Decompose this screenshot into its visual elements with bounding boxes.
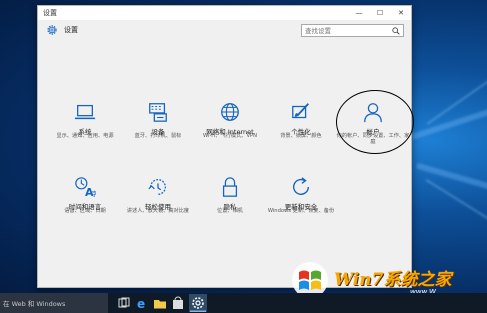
tile-system[interactable]: 系统 显示、通知、应用、电源 (48, 101, 122, 161)
tile-ease-of-access[interactable]: 轻松使用 讲述人、放大镜、高对比度 (121, 176, 195, 236)
accessibility-icon (148, 179, 166, 195)
tile-description: 显示、通知、应用、电源 (56, 133, 114, 139)
settings-icon[interactable] (189, 294, 207, 312)
tile-devices[interactable]: 设备 蓝牙、打印机、鼠标 (121, 101, 195, 161)
paint-icon (292, 103, 310, 119)
watermark-text: Win7系统之家 (334, 270, 452, 290)
annotation-circle (336, 90, 414, 154)
search-icon[interactable] (392, 27, 400, 35)
laptop-icon (74, 104, 96, 120)
page-title: 设置 (64, 26, 78, 34)
window-title: 设置 (43, 9, 57, 17)
taskbar-search-text: 在 Web 和 Windows (3, 300, 66, 308)
update-icon (292, 177, 310, 195)
tile-description: 讲述人、放大镜、高对比度 (126, 208, 190, 214)
tile-description: Wi-Fi、飞行模式、VPN (202, 133, 258, 139)
time-language-icon: A 字 (75, 177, 96, 198)
tile-update-security[interactable]: 更新和安全 Windows 更新、恢复、备份 (264, 176, 338, 236)
tile-description: Windows 更新、恢复、备份 (267, 208, 335, 214)
tile-network[interactable]: 网络和 Internet Wi-Fi、飞行模式、VPN (193, 101, 267, 161)
tile-privacy[interactable]: 隐私 位置、相机 (193, 176, 267, 236)
tile-description: 蓝牙、打印机、鼠标 (134, 133, 182, 139)
svg-text:字: 字 (91, 189, 96, 198)
maximize-button[interactable]: ☐ (370, 6, 390, 20)
gear-icon (47, 25, 57, 35)
keyboard-printer-icon (149, 103, 167, 122)
lock-icon (222, 177, 238, 197)
edge-icon[interactable]: e (135, 296, 149, 310)
title-bar[interactable]: 设置 — ☐ ✕ (38, 6, 411, 20)
tile-time-language[interactable]: A 字 时间和语言 语音、区域、日期 (48, 176, 122, 236)
taskbar-search-box[interactable]: 在 Web 和 Windows (0, 293, 108, 313)
minimize-button[interactable]: — (349, 6, 369, 20)
task-view-icon[interactable] (117, 296, 131, 310)
svg-text:e: e (137, 297, 145, 310)
tile-description: 语音、区域、日期 (64, 208, 106, 214)
store-icon[interactable] (171, 296, 185, 310)
file-explorer-icon[interactable] (153, 296, 167, 310)
globe-icon (221, 103, 239, 121)
tile-description: 位置、相机 (217, 208, 243, 214)
close-button[interactable]: ✕ (391, 6, 411, 20)
search-box[interactable] (301, 24, 404, 37)
tile-description: 背景、锁屏、颜色 (280, 133, 322, 139)
search-input[interactable] (305, 25, 389, 36)
taskbar: 在 Web 和 Windows e (0, 293, 487, 313)
tile-personalization[interactable]: 个性化 背景、锁屏、颜色 (264, 101, 338, 161)
